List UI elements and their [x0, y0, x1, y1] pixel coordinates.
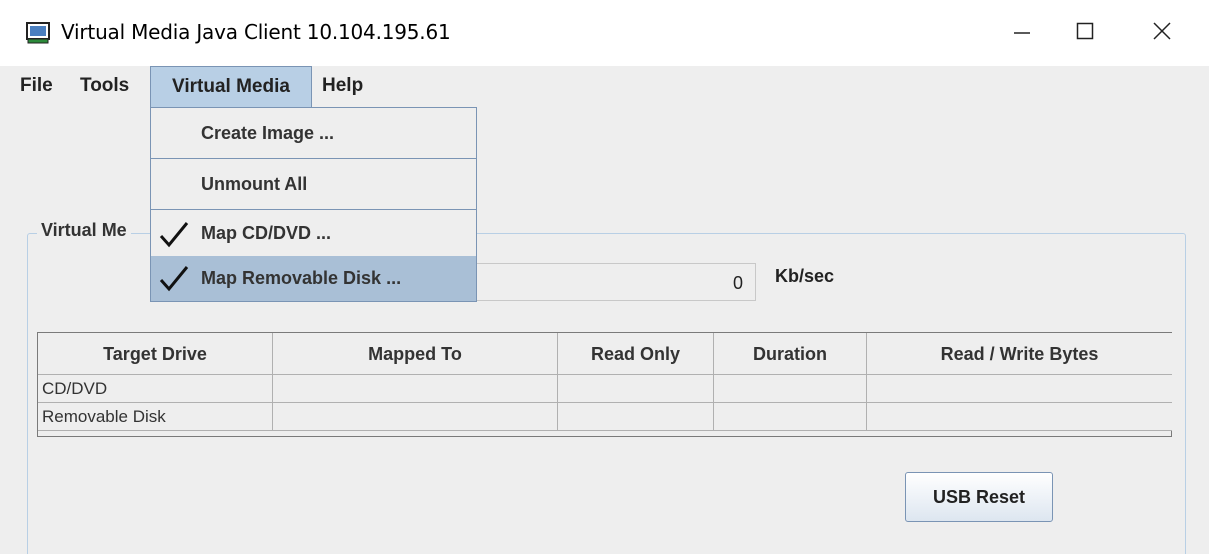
column-header-read-write-bytes[interactable]: Read / Write Bytes: [867, 333, 1172, 375]
monitor-icon: [26, 22, 50, 44]
table-row[interactable]: CD/DVD: [38, 375, 1172, 403]
table-header: Target Drive Mapped To Read Only Duratio…: [38, 333, 1172, 375]
menu-item-label: Create Image ...: [201, 123, 335, 143]
virtual-media-dropdown: Create Image ... Unmount All Map CD/DVD …: [150, 107, 477, 302]
column-header-target-drive[interactable]: Target Drive: [38, 333, 273, 375]
table-cell: [558, 375, 714, 403]
menu-item-unmount-all[interactable]: Unmount All: [151, 159, 476, 209]
drives-table: Target Drive Mapped To Read Only Duratio…: [37, 332, 1172, 437]
menu-item-map-cd-dvd[interactable]: Map CD/DVD ...: [151, 210, 476, 256]
close-button[interactable]: [1117, 0, 1207, 66]
table-cell: CD/DVD: [38, 375, 273, 403]
table-cell: [867, 375, 1172, 403]
table-cell: [558, 403, 714, 431]
menu-item-label: Map Removable Disk ...: [201, 268, 402, 288]
menu-item-label: Unmount All: [201, 174, 308, 194]
window-title: Virtual Media Java Client 10.104.195.61: [61, 20, 451, 44]
usb-reset-button[interactable]: USB Reset: [905, 472, 1053, 522]
table-cell: [867, 403, 1172, 431]
menu-item-create-image[interactable]: Create Image ...: [151, 108, 476, 158]
close-icon: [1152, 21, 1172, 46]
transfer-rate-unit: Kb/sec: [775, 266, 835, 286]
table-cell: [273, 375, 558, 403]
table-cell: [714, 375, 867, 403]
menu-bar: File Tools Virtual Media Help: [0, 66, 1209, 108]
table-cell: [714, 403, 867, 431]
minimize-icon: [1012, 21, 1032, 46]
checkmark-icon: [157, 265, 191, 293]
menu-item-map-removable-disk[interactable]: Map Removable Disk ...: [151, 256, 476, 301]
virtual-media-window: Virtual Media Java Client 10.104.195.61 …: [0, 0, 1209, 554]
table-cell: Removable Disk: [38, 403, 273, 431]
title-bar: Virtual Media Java Client 10.104.195.61: [0, 0, 1209, 66]
group-title: Virtual Me: [37, 220, 131, 241]
menu-virtual-media[interactable]: Virtual Media: [150, 66, 312, 108]
column-header-read-only[interactable]: Read Only: [558, 333, 714, 375]
menu-help[interactable]: Help: [314, 66, 371, 106]
column-header-duration[interactable]: Duration: [714, 333, 867, 375]
transfer-rate-field: 0: [476, 263, 756, 301]
table-cell: [273, 403, 558, 431]
menu-tools[interactable]: Tools: [72, 66, 137, 106]
table-row[interactable]: Removable Disk: [38, 403, 1172, 431]
column-header-mapped-to[interactable]: Mapped To: [273, 333, 558, 375]
menu-item-label: Map CD/DVD ...: [201, 223, 332, 243]
menu-file[interactable]: File: [12, 66, 61, 106]
checkmark-icon: [157, 220, 191, 248]
maximize-icon: [1075, 21, 1095, 46]
